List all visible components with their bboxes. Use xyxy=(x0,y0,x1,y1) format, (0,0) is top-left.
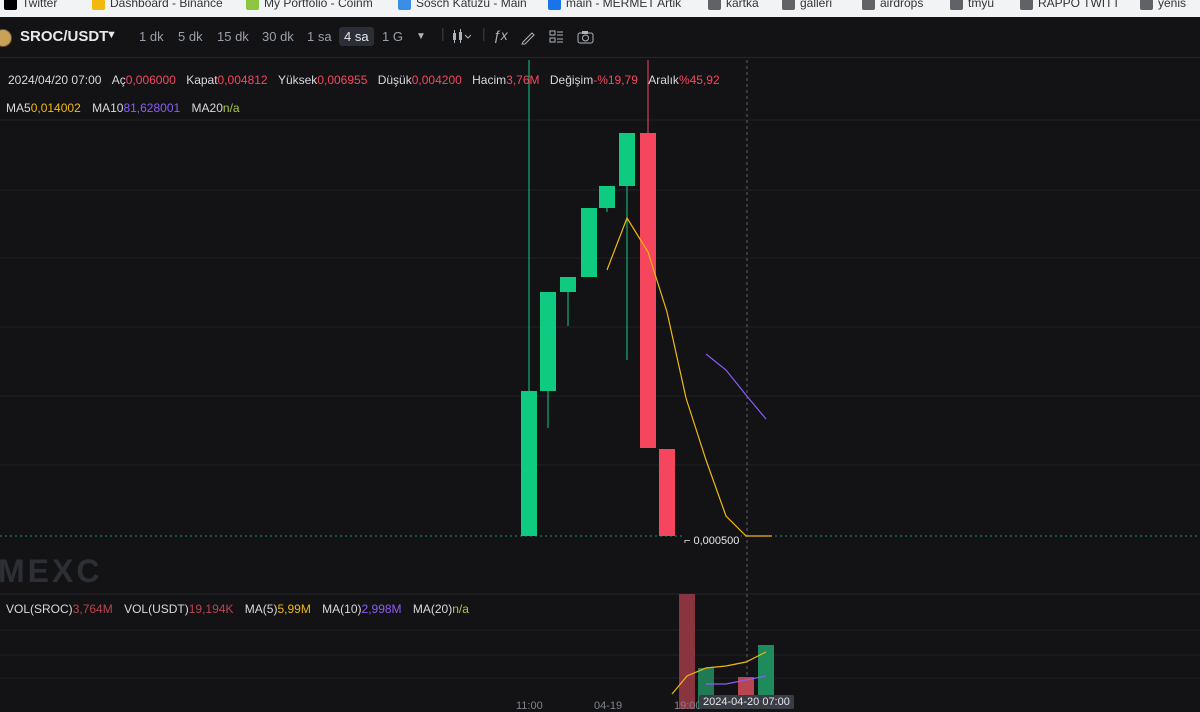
last-price-tag: ⌐ 0,000500 xyxy=(682,535,742,547)
candle-body xyxy=(560,277,576,292)
vol-ma20-value: n/a xyxy=(452,602,469,616)
x-tick-label: 04-19 xyxy=(594,700,623,712)
candle-body xyxy=(659,449,675,536)
high-label: Yüksek xyxy=(277,73,318,87)
candle-body xyxy=(521,391,537,536)
close-label: Kapat xyxy=(186,73,218,87)
vol-ma20-label: MA(20) xyxy=(412,602,453,616)
ma5-label: MA5 xyxy=(6,101,31,115)
candle-body xyxy=(581,208,597,277)
volume-legend: VOL(SROC)3,764M VOL(USDT)19,194K MA(5)5,… xyxy=(6,602,469,616)
ohlc-date: 2024/04/20 07:00 xyxy=(8,73,102,87)
vol-sroc-value: 3,764M xyxy=(72,602,113,616)
low-value: 0,004200 xyxy=(411,73,462,87)
ma10-value: 81,628001 xyxy=(123,101,181,115)
volume-label: Hacim xyxy=(472,73,507,87)
range-label: Aralık xyxy=(648,73,679,87)
ma20-label: MA20 xyxy=(191,101,223,115)
candle-body xyxy=(540,292,556,391)
vol-usdt-label: VOL(USDT) xyxy=(124,602,189,616)
last-price-value: 0,000500 xyxy=(693,535,740,547)
volume-series xyxy=(671,594,774,709)
ma10-line xyxy=(705,353,767,420)
close-value: 0,004812 xyxy=(217,73,268,87)
vol-ma10-label: MA(10) xyxy=(322,602,362,616)
volume-ma10-line xyxy=(706,675,767,685)
ma10-label: MA10 xyxy=(92,101,124,115)
high-value: 0,006955 xyxy=(317,73,368,87)
ma20-value: n/a xyxy=(222,101,240,115)
volume-bar xyxy=(679,594,695,709)
low-label: Düşük xyxy=(377,73,412,87)
ma-legend: MA50,014002 MA1081,628001 MA20n/a xyxy=(6,101,240,115)
crosshair-date-tag: 2024-04-20 07:00 xyxy=(699,695,794,709)
candle-body xyxy=(619,133,635,186)
open-value: 0,006000 xyxy=(125,73,176,87)
candle-body xyxy=(599,186,615,208)
vol-ma5-value: 5,99M xyxy=(277,602,311,616)
x-tick-label: 19:00 xyxy=(674,700,702,712)
open-label: Aç xyxy=(111,73,126,87)
mexc-watermark: MEXC xyxy=(0,553,103,589)
volume-value: 3,76M xyxy=(506,73,540,87)
candle-body xyxy=(640,133,656,448)
ohlc-legend: 2024/04/20 07:00 Aç0,006000 Kapat0,00481… xyxy=(8,73,720,87)
vol-sroc-label: VOL(SROC) xyxy=(6,602,73,616)
vol-usdt-value: 19,194K xyxy=(188,602,234,616)
x-tick-label: 11:00 xyxy=(516,700,543,712)
vol-ma5-label: MA(5) xyxy=(244,602,278,616)
ma5-value: 0,014002 xyxy=(30,101,81,115)
vol-ma10-value: 2,998M xyxy=(361,602,402,616)
range-value: %45,92 xyxy=(678,73,720,87)
change-value: -%19,79 xyxy=(593,73,638,87)
change-label: Değişim xyxy=(549,73,594,87)
